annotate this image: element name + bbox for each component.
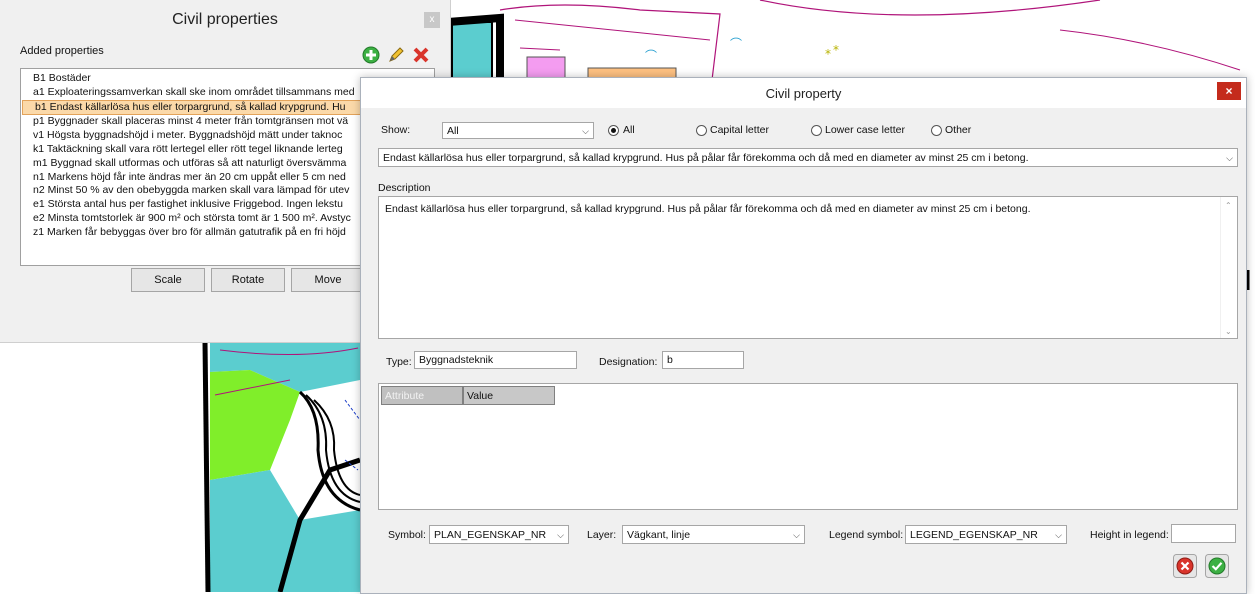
svg-text:*: * — [833, 43, 839, 57]
layer-label: Layer: — [587, 529, 617, 541]
chevron-down-icon: ⌵ — [557, 530, 564, 540]
legend-symbol-label: Legend symbol: — [829, 529, 904, 541]
chevron-down-icon: ⌵ — [582, 126, 589, 136]
legend-symbol-dropdown[interactable]: LEGEND_EGENSKAP_NR ⌵ — [905, 525, 1067, 544]
civil-property-dialog: Civil property × Show: All ⌵ All Capital… — [360, 77, 1247, 594]
designation-label: Designation: — [599, 356, 658, 368]
close-icon[interactable]: x — [424, 12, 440, 28]
designation-field[interactable]: b — [662, 351, 744, 369]
scroll-up-icon[interactable]: ⌃ — [1225, 201, 1232, 210]
height-in-legend-label: Height in legend: — [1090, 529, 1169, 541]
edit-pencil-icon[interactable] — [386, 45, 406, 65]
svg-text:⌒: ⌒ — [730, 37, 742, 51]
show-value: All — [447, 125, 459, 137]
radio-capital-letter[interactable] — [696, 125, 707, 136]
scroll-down-icon[interactable]: ⌄ — [1225, 327, 1232, 336]
svg-text:⌒: ⌒ — [645, 49, 657, 63]
delete-x-icon[interactable] — [411, 45, 431, 65]
property-dropdown[interactable]: Endast källarlösa hus eller torpargrund,… — [378, 148, 1238, 167]
chevron-down-icon: ⌵ — [1055, 530, 1062, 540]
radio-capital-letter-label: Capital letter — [710, 124, 769, 136]
type-field[interactable]: Byggnadsteknik — [414, 351, 577, 369]
radio-other-label: Other — [945, 124, 972, 136]
legend-symbol-value: LEGEND_EGENSKAP_NR — [910, 529, 1038, 541]
symbol-dropdown[interactable]: PLAN_EGENSKAP_NR ⌵ — [429, 525, 569, 544]
show-dropdown[interactable]: All ⌵ — [442, 122, 594, 139]
ok-check-icon[interactable] — [1205, 554, 1229, 578]
layer-value: Vägkant, linje — [627, 529, 691, 541]
attributes-table[interactable]: Attribute Value — [378, 383, 1238, 510]
added-properties-label: Added properties — [20, 45, 104, 57]
description-text: Endast källarlösa hus eller torpargrund,… — [385, 203, 1031, 215]
cancel-icon[interactable] — [1173, 554, 1197, 578]
description-textarea[interactable]: Endast källarlösa hus eller torpargrund,… — [378, 196, 1238, 339]
show-label: Show: — [381, 124, 411, 136]
add-icon[interactable] — [361, 45, 381, 65]
scale-button[interactable]: Scale — [131, 268, 205, 292]
description-label: Description — [378, 182, 431, 194]
move-button[interactable]: Move — [291, 268, 365, 292]
height-in-legend-field[interactable] — [1171, 524, 1236, 543]
radio-all[interactable] — [608, 125, 619, 136]
rotate-button[interactable]: Rotate — [211, 268, 285, 292]
symbol-value: PLAN_EGENSKAP_NR — [434, 529, 547, 541]
description-scrollbar[interactable]: ⌃ ⌄ — [1220, 197, 1237, 338]
chevron-down-icon: ⌵ — [793, 530, 800, 540]
attribute-column-header[interactable]: Attribute — [381, 386, 463, 405]
radio-lower-case-letter-label: Lower case letter — [825, 124, 905, 136]
property-value: Endast källarlösa hus eller torpargrund,… — [383, 152, 1029, 164]
chevron-down-icon: ⌵ — [1226, 153, 1233, 163]
svg-text:*: * — [825, 47, 831, 61]
value-column-header[interactable]: Value — [463, 386, 555, 405]
panel-title: Civil properties — [172, 11, 278, 28]
close-icon[interactable]: × — [1217, 82, 1241, 100]
radio-other[interactable] — [931, 125, 942, 136]
dialog-title: Civil property — [361, 78, 1246, 108]
radio-all-label: All — [623, 124, 635, 136]
symbol-label: Symbol: — [388, 529, 426, 541]
type-label: Type: — [386, 356, 412, 368]
radio-lower-case-letter[interactable] — [811, 125, 822, 136]
layer-dropdown[interactable]: Vägkant, linje ⌵ — [622, 525, 805, 544]
